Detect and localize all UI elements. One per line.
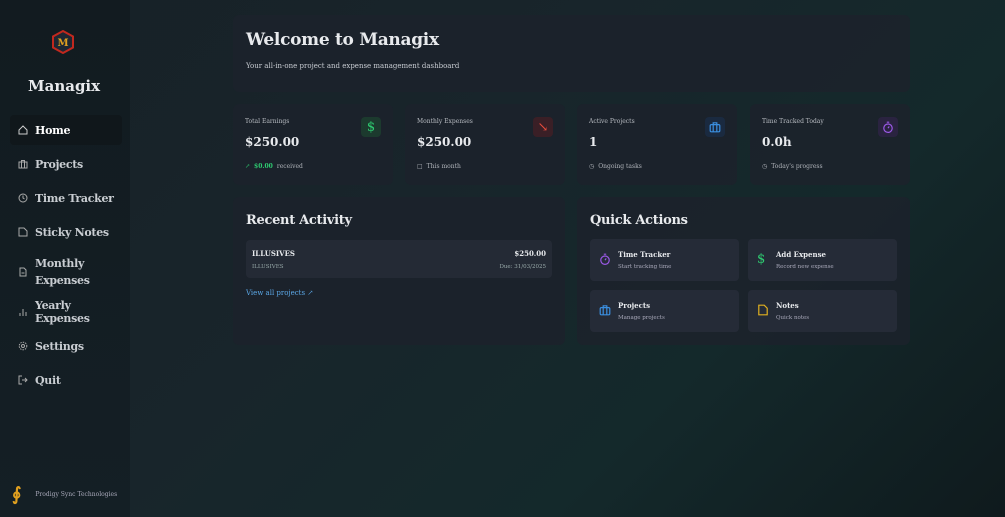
stopwatch-icon: [599, 253, 611, 268]
stat-active-projects: Active Projects 1 ◷ Ongoing tasks: [577, 104, 737, 185]
briefcase-icon: [705, 117, 725, 137]
action-title: Projects: [618, 301, 651, 310]
sidebar: M Managix Home Projects Time Tracker Sti…: [0, 0, 130, 517]
file-icon: [19, 267, 27, 277]
sidebar-item-settings[interactable]: Settings: [10, 331, 122, 361]
view-all-projects-link[interactable]: View all projects ↗: [246, 289, 313, 297]
stat-sub: received: [276, 163, 303, 170]
page-subtitle: Your all-in-one project and expense mana…: [246, 62, 460, 70]
page-title: Welcome to Managix: [246, 30, 439, 50]
stat-value: $250.00: [417, 135, 472, 149]
sidebar-item-label: Projects: [35, 157, 83, 171]
project-due-date: Due: 31/03/2025: [499, 264, 546, 270]
sidebar-item-label: Settings: [35, 339, 84, 353]
sidebar-item-time-tracker[interactable]: Time Tracker: [10, 183, 122, 213]
project-client: ILLUSIVES: [252, 264, 284, 270]
action-subtitle: Start tracking time: [618, 264, 672, 270]
stopwatch-icon: [878, 117, 898, 137]
dollar-icon: $: [361, 117, 381, 137]
stat-value: 0.0h: [762, 135, 792, 149]
sidebar-item-sticky-notes[interactable]: Sticky Notes: [10, 217, 122, 247]
section-title: Recent Activity: [246, 213, 352, 228]
sidebar-item-label: Yearly Expenses: [35, 299, 90, 325]
quick-action-time-tracker[interactable]: Time Tracker Start tracking time: [590, 239, 739, 281]
quick-action-notes[interactable]: Notes Quick notes: [748, 290, 897, 332]
brand-name: Managix: [28, 77, 101, 95]
dollar-icon: $: [757, 252, 766, 267]
project-amount: $250.00: [514, 249, 546, 258]
sidebar-footer: ∮ Prodigy Sync Technologies: [12, 484, 117, 505]
briefcase-icon: [18, 160, 28, 169]
svg-text:M: M: [57, 38, 68, 49]
sidebar-item-label: Monthly Expenses: [35, 257, 90, 287]
home-icon: [18, 125, 28, 135]
stat-sub: This month: [426, 163, 461, 170]
logout-icon: [18, 375, 28, 385]
clock-icon: ◷: [589, 163, 595, 170]
section-title: Quick Actions: [590, 213, 688, 228]
trend-up-icon: ↗: [245, 163, 251, 170]
sidebar-nav: Home Projects Time Tracker Sticky Notes …: [10, 115, 122, 399]
stat-monthly-expenses: Monthly Expenses $250.00 □ This month ↘: [405, 104, 565, 185]
trend-down-icon: ↘: [533, 117, 553, 137]
welcome-card: Welcome to Managix Your all-in-one proje…: [233, 15, 910, 92]
action-subtitle: Manage projects: [618, 315, 665, 321]
quick-actions-card: Quick Actions Time Tracker Start tracking…: [577, 197, 910, 345]
sidebar-item-label: Quit: [35, 373, 61, 387]
stat-time-tracked: Time Tracked Today 0.0h ◷ Today's progres…: [750, 104, 910, 185]
sidebar-item-yearly-expenses[interactable]: Yearly Expenses: [10, 297, 122, 327]
briefcase-icon: [599, 304, 611, 319]
stat-value: $250.00: [245, 135, 300, 149]
action-subtitle: Record new expense: [776, 264, 834, 270]
managix-logo: M: [52, 30, 74, 54]
action-subtitle: Quick notes: [776, 315, 810, 321]
gear-icon: [18, 341, 28, 351]
clock-icon: [18, 193, 28, 203]
calendar-icon: □: [417, 163, 423, 170]
sidebar-item-home[interactable]: Home: [10, 115, 122, 145]
note-icon: [18, 227, 28, 237]
sidebar-item-label: Sticky Notes: [35, 225, 109, 239]
stat-sub: Today's progress: [771, 163, 823, 170]
received-amount: $0.00: [254, 163, 273, 170]
sidebar-item-quit[interactable]: Quit: [10, 365, 122, 395]
arrow-up-right-icon: ↗: [307, 289, 314, 297]
clock-icon: ◷: [762, 163, 768, 170]
stat-value: 1: [589, 135, 598, 149]
sidebar-item-projects[interactable]: Projects: [10, 149, 122, 179]
sidebar-item-monthly-expenses[interactable]: Monthly Expenses: [10, 251, 122, 293]
project-name: ILLUSIVES: [252, 249, 295, 258]
activity-item[interactable]: ILLUSIVES $250.00 ILLUSIVES Due: 31/03/20…: [246, 240, 552, 278]
company-name: Prodigy Sync Technologies: [35, 491, 118, 498]
sidebar-item-label: Home: [35, 123, 71, 137]
stat-sub: Ongoing tasks: [598, 163, 642, 170]
quick-action-add-expense[interactable]: $ Add Expense Record new expense: [748, 239, 897, 281]
action-title: Add Expense: [776, 250, 826, 259]
link-label: View all projects: [246, 289, 306, 297]
bar-chart-icon: [19, 309, 27, 316]
recent-activity-card: Recent Activity ILLUSIVES $250.00 ILLUSI…: [233, 197, 565, 345]
sidebar-item-label: Time Tracker: [35, 191, 114, 205]
stat-total-earnings: Total Earnings $250.00 ↗ $0.00 received $: [233, 104, 393, 185]
action-title: Notes: [776, 301, 799, 310]
action-title: Time Tracker: [618, 250, 671, 259]
company-logo: ∮: [12, 484, 22, 505]
note-icon: [757, 304, 769, 319]
quick-action-projects[interactable]: Projects Manage projects: [590, 290, 739, 332]
